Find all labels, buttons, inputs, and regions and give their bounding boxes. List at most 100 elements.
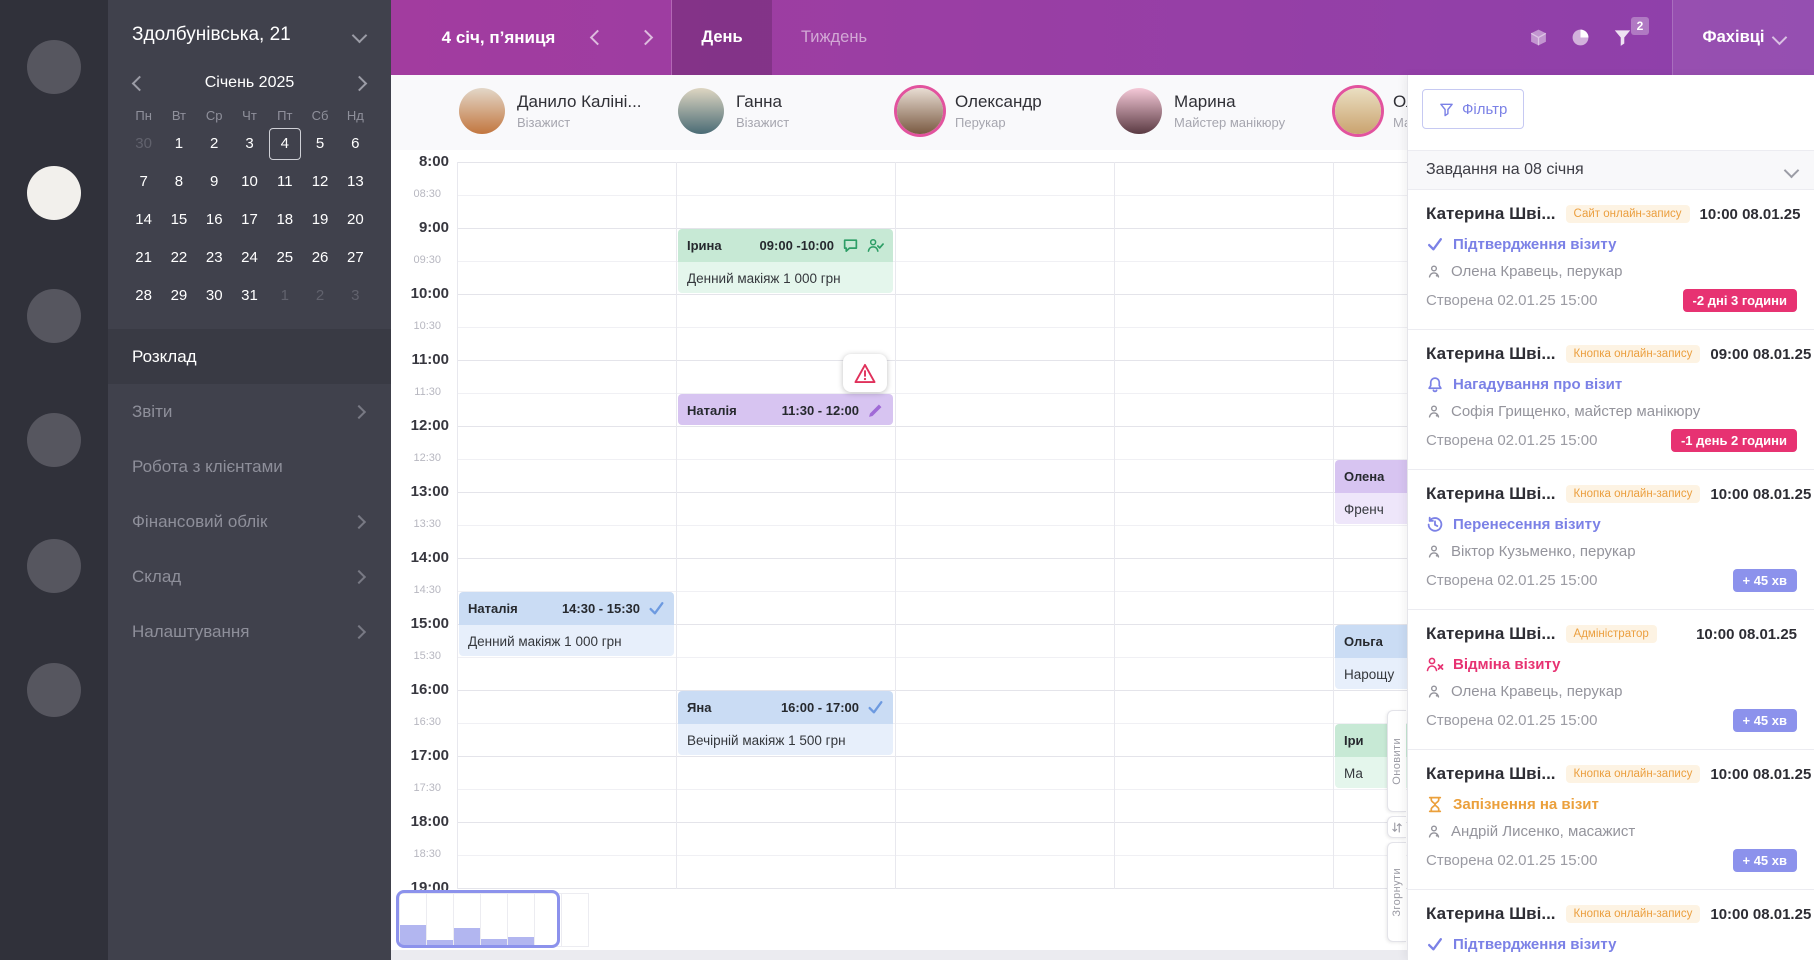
task-card[interactable]: Катерина Шві... Сайт онлайн-запису 10:00 0… — [1408, 190, 1814, 330]
calendar-prev-month-button[interactable] — [131, 75, 148, 91]
appointment[interactable]: Яна 16:00 - 17:00 Вечірній макіяж 1 500 гр… — [678, 691, 893, 755]
collapse-edge-tab[interactable]: Згорнути — [1387, 842, 1406, 942]
sidebar-item-0[interactable]: Розклад — [108, 329, 391, 384]
calendar-day[interactable]: 18 — [267, 203, 302, 237]
calendar-day[interactable]: 8 — [161, 165, 196, 199]
calendar-day[interactable]: 24 — [232, 241, 267, 275]
prev-day-button[interactable] — [577, 0, 617, 75]
staff-column-header[interactable]: Данило Каліні... Візажист — [459, 88, 642, 134]
calendar-day[interactable]: 2 — [302, 279, 337, 313]
calendar-day[interactable]: 12 — [302, 165, 337, 199]
staff-column-header[interactable]: Олександр Перукар — [897, 88, 1042, 134]
minimap-cell[interactable] — [427, 893, 454, 947]
calendar-day[interactable]: 30 — [197, 279, 232, 313]
calendar-day[interactable]: 29 — [161, 279, 196, 313]
appointment[interactable]: Наталія 11:30 - 12:00 — [678, 394, 893, 425]
rail-avatar[interactable] — [27, 413, 81, 467]
calendar-day[interactable]: 6 — [338, 127, 373, 161]
calendar-day[interactable]: 3 — [232, 127, 267, 161]
staff-column-header[interactable]: Марина Майстер манікюру — [1116, 88, 1285, 134]
calendar-day[interactable]: 5 — [302, 127, 337, 161]
tab-label: День — [701, 28, 743, 46]
calendar-grid[interactable]: 8:00 08:30 9:00 09:30 10:00 10:30 11:00 11:30 12… — [391, 150, 1407, 960]
sidebar-item-3[interactable]: Фінансовий облік — [108, 494, 391, 549]
sidebar-item-4[interactable]: Склад — [108, 549, 391, 604]
task-card[interactable]: Катерина Шві... Кнопка онлайн-запису 10:00… — [1408, 470, 1814, 610]
calendar-day[interactable]: 4 — [267, 127, 302, 161]
rail-avatar[interactable] — [27, 289, 81, 343]
time-label: 10:00 — [410, 285, 449, 302]
calendar-day[interactable]: 9 — [197, 165, 232, 199]
tab-day[interactable]: День — [672, 0, 772, 75]
task-card[interactable]: Катерина Шві... Адміністратор 10:00 08.01.… — [1408, 610, 1814, 750]
minimap-cell[interactable] — [399, 893, 427, 947]
warning-badge[interactable] — [843, 354, 887, 392]
calendar-next-month-button[interactable] — [351, 75, 368, 91]
rail-avatar[interactable] — [27, 539, 81, 593]
chevron-right-icon — [351, 514, 367, 529]
sidebar-item-2[interactable]: Робота з клієнтами — [108, 439, 391, 494]
task-card[interactable]: Катерина Шві... Кнопка онлайн-запису 09:00… — [1408, 330, 1814, 470]
location-selector[interactable]: Здолбунівська, 21 — [108, 0, 391, 60]
calendar-day[interactable]: 10 — [232, 165, 267, 199]
timeline-minimap[interactable] — [396, 890, 589, 948]
staff-column-header[interactable]: Ол Ма — [1335, 88, 1407, 134]
calendar-day[interactable]: 11 — [267, 165, 302, 199]
tab-week[interactable]: Тиждень — [772, 0, 896, 75]
calendar-day[interactable]: 19 — [302, 203, 337, 237]
horizontal-scroll-track[interactable] — [391, 950, 1407, 960]
calendar-day[interactable]: 14 — [126, 203, 161, 237]
calendar-day[interactable]: 7 — [126, 165, 161, 199]
calendar-day[interactable]: 20 — [338, 203, 373, 237]
calendar-day[interactable]: 23 — [197, 241, 232, 275]
calendar-day[interactable]: 28 — [126, 279, 161, 313]
pencil-icon — [867, 402, 884, 419]
minimap-cell[interactable] — [535, 893, 562, 947]
appointment[interactable]: Ірина 09:00 -10:00 Денний макіяж 1 000 грн — [678, 229, 893, 293]
task-card[interactable]: Катерина Шві... Кнопка онлайн-запису 10:00… — [1408, 890, 1814, 960]
rail-avatar[interactable] — [27, 663, 81, 717]
calendar-day[interactable]: 27 — [338, 241, 373, 275]
appointment[interactable]: Ольга Нарощу — [1335, 625, 1407, 689]
calendar-day[interactable]: 26 — [302, 241, 337, 275]
time-label: 08:30 — [413, 188, 441, 200]
sidebar-item-5[interactable]: Налаштування — [108, 604, 391, 659]
sidebar-item-1[interactable]: Звіти — [108, 384, 391, 439]
calendar-day[interactable]: 22 — [161, 241, 196, 275]
staff-column-header[interactable]: Ганна Візажист — [678, 88, 789, 134]
appointment[interactable]: Олена Френч — [1335, 460, 1407, 524]
next-day-button[interactable] — [625, 0, 665, 75]
calendar-day[interactable]: 25 — [267, 241, 302, 275]
calendar-day[interactable]: 1 — [161, 127, 196, 161]
calendar-day-number: 12 — [311, 173, 329, 190]
calendar-day[interactable]: 2 — [197, 127, 232, 161]
tab-label: Тиждень — [800, 28, 868, 46]
filter-toggle-button[interactable] — [1603, 0, 1641, 75]
minimap-cell[interactable] — [454, 893, 481, 947]
task-card[interactable]: Катерина Шві... Кнопка онлайн-запису 10:00… — [1408, 750, 1814, 890]
calendar-day[interactable]: 15 — [161, 203, 196, 237]
calendar-day[interactable]: 3 — [338, 279, 373, 313]
resize-edge-handle[interactable] — [1387, 816, 1406, 838]
minimap-cell[interactable] — [481, 893, 508, 947]
rail-avatar[interactable] — [27, 166, 81, 220]
stats-button[interactable] — [1561, 0, 1599, 75]
filter-button[interactable]: Фільтр — [1422, 89, 1525, 129]
calendar-day[interactable]: 21 — [126, 241, 161, 275]
rail-avatar[interactable] — [27, 40, 81, 94]
calendar-day[interactable]: 16 — [197, 203, 232, 237]
calendar-day[interactable]: 31 — [232, 279, 267, 313]
calendar-day[interactable]: 30 — [126, 127, 161, 161]
minimap-cell[interactable] — [562, 893, 589, 947]
calendar-day[interactable]: 13 — [338, 165, 373, 199]
calendar-day[interactable]: 1 — [267, 279, 302, 313]
calendar-day[interactable]: 17 — [232, 203, 267, 237]
refresh-edge-tab[interactable]: Оновити — [1387, 710, 1406, 812]
tasks-section-header[interactable]: Завдання на 08 січня — [1408, 150, 1814, 190]
task-type-label: Підтвердження візиту — [1453, 936, 1617, 953]
task-datetime: 10:00 08.01.25 — [1699, 205, 1801, 223]
specialists-dropdown[interactable]: Фахівці — [1672, 0, 1814, 75]
inventory-button[interactable] — [1519, 0, 1557, 75]
appointment[interactable]: Наталія 14:30 - 15:30 Денний макіяж 1 000 … — [459, 592, 674, 656]
minimap-cell[interactable] — [508, 893, 535, 947]
